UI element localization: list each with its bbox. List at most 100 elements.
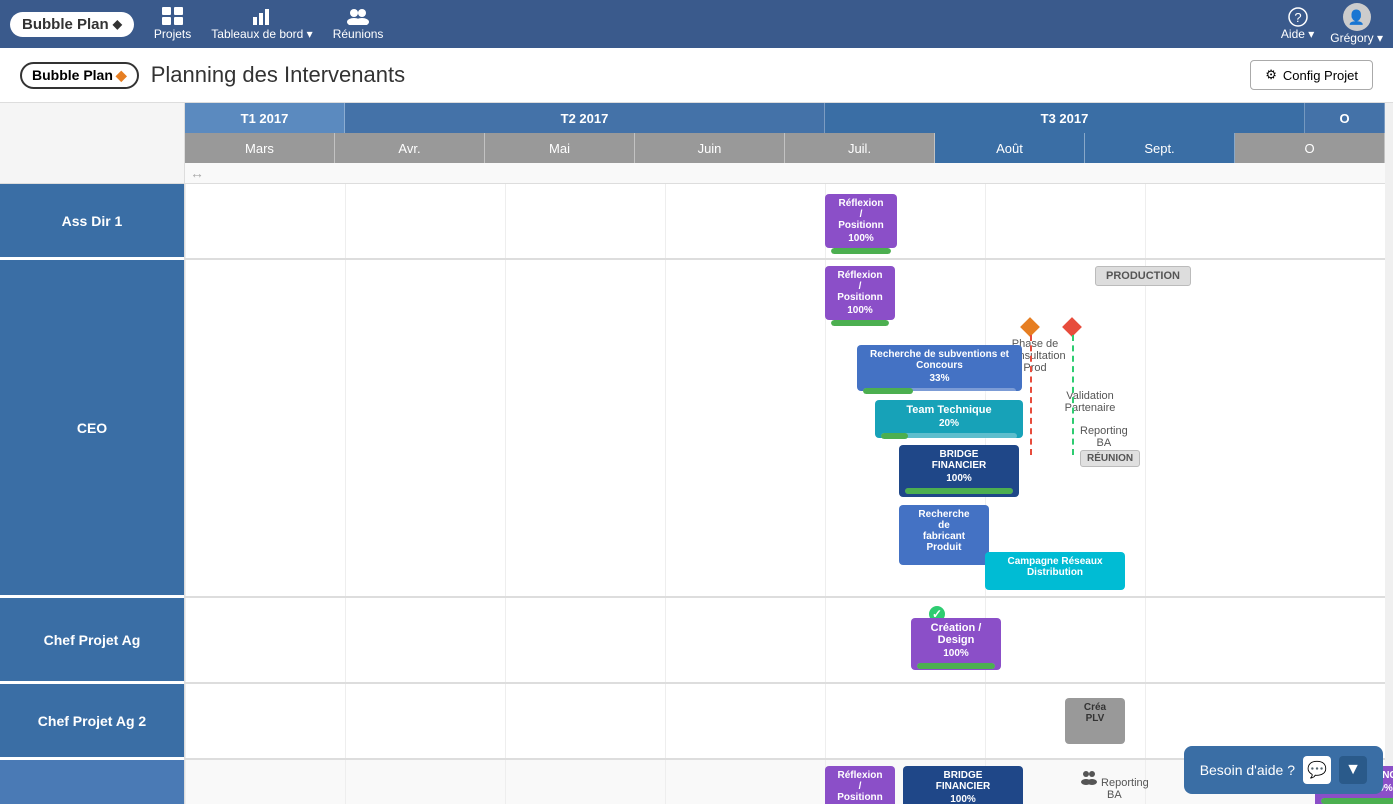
brand-diamond: ◆ (113, 17, 122, 31)
bubble-label: Team Technique (881, 404, 1017, 416)
bubble-row5-bridge[interactable]: BRIDGEFINANCIER 100% (903, 766, 1023, 804)
nav-items: Projets Tableaux de bord ▾ Réunions (154, 7, 1281, 41)
nav-user[interactable]: 👤 Grégory ▾ (1330, 3, 1383, 45)
row-label-ceo: CEO (0, 260, 184, 598)
milestone-validation-red[interactable] (1062, 317, 1082, 337)
grid-assdir1 (185, 184, 1385, 258)
bubble-label: Campagne RéseauxDistribution (991, 556, 1119, 578)
row-label-assdir1-text: Ass Dir 1 (62, 213, 123, 229)
row-label-assdir1: Ass Dir 1 (0, 184, 184, 260)
brand-logo[interactable]: Bubble Plan ◆ (10, 12, 134, 37)
bubble-progress (1321, 798, 1393, 804)
bubble-row5-reflexion[interactable]: Réflexion/Positionn 100% (825, 766, 895, 804)
grid-line (1145, 684, 1146, 758)
quarter-row: T1 2017 T2 2017 T3 2017 O (185, 103, 1385, 133)
timeline-wrapper: Ass Dir 1 CEO Chef Projet Ag Chef Projet… (0, 103, 1393, 804)
grid-chefprojet1 (185, 598, 1385, 682)
grid-line (505, 684, 506, 758)
bubble-label: Réflexion/Positionn (831, 198, 891, 231)
grid-line (345, 598, 346, 682)
row-label-chefprojet2-text: Chef Projet Ag 2 (38, 713, 146, 729)
quarter-t1-label: T1 2017 (241, 111, 289, 126)
grid-line (345, 684, 346, 758)
nav-tableaux[interactable]: Tableaux de bord ▾ (211, 7, 312, 41)
row-label-row5 (0, 760, 184, 804)
bubble-ceo-fabricant[interactable]: RecherchedefabricantProduit (899, 505, 989, 565)
svg-text:?: ? (1294, 10, 1301, 25)
grid-line (505, 260, 506, 596)
bubble-ceo-reflexion[interactable]: Réflexion/Positionn 100% (825, 266, 895, 320)
grid-line (505, 184, 506, 258)
grid-line (985, 184, 986, 258)
month-sept: Sept. (1085, 133, 1235, 163)
bubble-ceo-recherche[interactable]: Recherche de subventions et Concours 33% (857, 345, 1022, 391)
nav-tableaux-label: Tableaux de bord ▾ (211, 27, 312, 41)
chart-icon (251, 7, 273, 25)
resize-arrow[interactable]: ↔ (190, 165, 204, 181)
gantt-row-chefprojet1: ✓ Création /Design 100% (185, 598, 1385, 684)
config-project-button[interactable]: ⚙ Config Projet (1250, 60, 1373, 90)
nav-user-label: Grégory ▾ (1330, 31, 1383, 45)
page-logo-text: Bubble Plan (32, 67, 113, 83)
month-o: O (1235, 133, 1385, 163)
month-juil: Juil. (785, 133, 935, 163)
bubble-pct: 100% (831, 305, 889, 316)
group-icon-row5 (1080, 768, 1098, 786)
bubble-label: Création /Design (917, 622, 995, 646)
bubble-progress (831, 248, 891, 254)
help-expand-button[interactable]: ▼ (1339, 756, 1367, 784)
bubble-assdir1-reflexion[interactable]: Réflexion/Positionn 100% (825, 194, 897, 248)
milestone-validation-text: ValidationPartenaire (1045, 390, 1135, 414)
grid-line (1145, 184, 1146, 258)
nav-projets[interactable]: Projets (154, 7, 191, 41)
grid-icon (162, 7, 184, 25)
help-chat-button[interactable]: 💬 (1303, 756, 1331, 784)
page-title-area: Bubble Plan ◆ Planning des Intervenants (20, 62, 405, 89)
quarter-t4: O (1305, 103, 1385, 133)
nav-reunions[interactable]: Réunions (333, 7, 384, 41)
bubble-label: Recherche de subventions et Concours (863, 349, 1016, 371)
bubble-chefprojet1-creation[interactable]: Création /Design 100% (911, 618, 1001, 670)
nav-aide-label: Aide ▾ (1281, 27, 1314, 41)
grid-line (345, 760, 346, 804)
grid-line (665, 260, 666, 596)
quarter-t2-label: T2 2017 (561, 111, 609, 126)
grid-line (985, 684, 986, 758)
nav-aide[interactable]: ? Aide ▾ (1281, 7, 1314, 41)
gantt-content[interactable]: T1 2017 T2 2017 T3 2017 O Mars Avr. Mai … (185, 103, 1393, 804)
month-juin: Juin (635, 133, 785, 163)
avatar: 👤 (1343, 3, 1371, 31)
nav-reunions-label: Réunions (333, 27, 384, 41)
bubble-ceo-campagne[interactable]: Campagne RéseauxDistribution (985, 552, 1125, 590)
bubble-chefprojet2-creaplv[interactable]: CréaPLV (1065, 698, 1125, 744)
month-mai: Mai (485, 133, 635, 163)
grid-line (825, 598, 826, 682)
bubble-progress (831, 320, 889, 326)
help-label: Besoin d'aide ? (1200, 762, 1295, 778)
bubble-ceo-team[interactable]: Team Technique 20% (875, 400, 1023, 438)
top-nav: Bubble Plan ◆ Projets Tableaux de bord ▾… (0, 0, 1393, 48)
quarter-t2: T2 2017 (345, 103, 825, 133)
gear-icon: ⚙ (1265, 67, 1277, 83)
grid-line (345, 260, 346, 596)
bubble-label: Réflexion/Positionn (831, 770, 889, 803)
grid-line (665, 760, 666, 804)
bubble-ceo-bridge[interactable]: BRIDGEFINANCIER 100% (899, 445, 1019, 497)
month-row: Mars Avr. Mai Juin Juil. Août Sept. O (185, 133, 1385, 163)
bubble-pct: 33% (863, 373, 1016, 384)
milestone-reporting-text: ReportingBA (1080, 425, 1128, 449)
row-label-chefprojet2: Chef Projet Ag 2 (0, 684, 184, 760)
row-label-header-spacer (0, 103, 184, 184)
grid-line (505, 760, 506, 804)
page-logo: Bubble Plan ◆ (20, 62, 139, 89)
bubble-label: BRIDGEFINANCIER (905, 449, 1013, 471)
milestone-consultation-orange[interactable] (1020, 317, 1040, 337)
quarter-t3: T3 2017 (825, 103, 1305, 133)
bubble-progress (863, 388, 1016, 394)
month-avr: Avr. (335, 133, 485, 163)
grid-line (825, 684, 826, 758)
page-header: Bubble Plan ◆ Planning des Intervenants … (0, 48, 1393, 103)
page-logo-diamond: ◆ (116, 67, 127, 84)
month-aout: Août (935, 133, 1085, 163)
help-icon: ? (1288, 7, 1308, 27)
